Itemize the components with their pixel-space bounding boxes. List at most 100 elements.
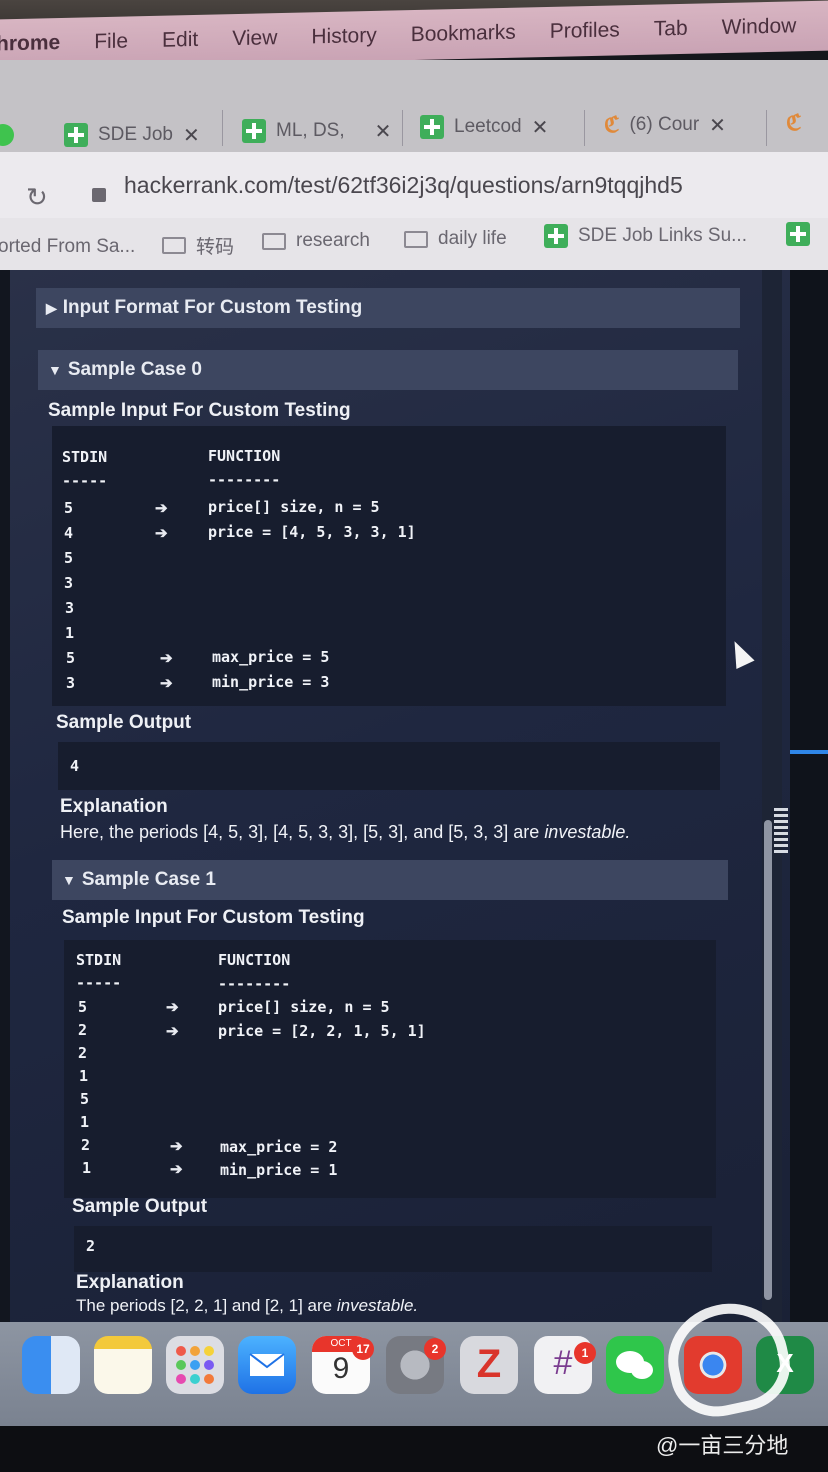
bookmark-more[interactable] xyxy=(786,222,810,246)
bookmark-folder-research[interactable]: research xyxy=(262,230,370,252)
function-line: min_price = 3 xyxy=(212,673,330,691)
tab-coursera[interactable]: ℭ (6) Cour ✕ xyxy=(604,108,726,142)
section-title: Sample Case 0 xyxy=(67,359,202,380)
lock-icon[interactable] xyxy=(92,188,106,202)
green-plus-icon xyxy=(420,115,444,139)
bookmark-folder-daily-life[interactable]: daily life xyxy=(404,228,507,250)
tab-divider xyxy=(766,110,767,146)
arrow-right-icon: ➔ xyxy=(166,999,179,1016)
notes-icon[interactable] xyxy=(94,1336,152,1394)
sample-output-value: 2 xyxy=(86,1237,96,1255)
bookmark-label: daily life xyxy=(438,228,507,249)
bookmark-label: research xyxy=(296,230,370,251)
sample-input-title: Sample Input For Custom Testing xyxy=(48,400,351,421)
calendar-badge: 17 xyxy=(352,1338,374,1360)
stdin-rule: ----- xyxy=(76,974,122,992)
tab-ml-ds[interactable]: ML, DS, ✕ xyxy=(242,114,391,148)
arrow-right-icon: ➔ xyxy=(160,650,173,667)
function-line: price = [4, 5, 3, 3, 1] xyxy=(208,523,416,541)
menu-edit[interactable]: Edit xyxy=(162,28,198,53)
bookmark-imported[interactable]: orted From Sa... xyxy=(0,236,135,258)
arrow-right-icon: ➔ xyxy=(155,500,168,517)
stdin-line: 2 xyxy=(78,1044,88,1062)
menu-app-name[interactable]: hrome xyxy=(0,31,60,56)
stdin-line: 5 xyxy=(78,998,88,1016)
menu-history[interactable]: History xyxy=(311,24,376,49)
close-icon[interactable]: ✕ xyxy=(709,113,726,138)
left-gutter xyxy=(0,270,10,1330)
menu-window[interactable]: Window xyxy=(722,14,797,40)
close-icon[interactable]: ✕ xyxy=(375,119,392,144)
stdin-line: 5 xyxy=(80,1090,90,1108)
menu-tab[interactable]: Tab xyxy=(654,17,688,42)
function-line: price = [2, 2, 1, 5, 1] xyxy=(218,1022,426,1040)
pane-resize-handle[interactable] xyxy=(774,808,788,854)
bookmark-label: orted From Sa... xyxy=(0,236,136,257)
triangle-down-icon: ▼ xyxy=(62,872,76,888)
wechat-icon[interactable] xyxy=(606,1336,664,1394)
function-line: min_price = 1 xyxy=(220,1161,338,1179)
function-line: max_price = 5 xyxy=(212,648,330,666)
explanation-emphasis: investable. xyxy=(544,822,631,842)
mail-icon[interactable] xyxy=(238,1336,296,1394)
coursera-icon: ℭ xyxy=(786,110,802,135)
green-plus-icon xyxy=(64,123,88,147)
tab-coursera-2[interactable]: ℭ xyxy=(786,106,801,140)
scrollbar-thumb[interactable] xyxy=(764,820,772,1300)
watermark-text: @一亩三分地 xyxy=(656,1433,789,1458)
sample-input-title: Sample Input For Custom Testing xyxy=(62,907,365,928)
bookmark-sde-job-links[interactable]: SDE Job Links Su... xyxy=(544,224,747,248)
close-icon[interactable]: ✕ xyxy=(183,123,200,148)
stdin-line: 1 xyxy=(65,624,75,642)
menu-bookmarks[interactable]: Bookmarks xyxy=(411,21,516,47)
sample-case-0-toggle[interactable]: ▼ Sample Case 0 xyxy=(38,350,738,390)
explanation-text: Here, the periods [4, 5, 3], [4, 5, 3, 3… xyxy=(60,822,630,843)
sample-input-code xyxy=(64,940,716,1198)
tab-sde-job[interactable]: SDE Job ✕ xyxy=(64,118,200,152)
menu-profiles[interactable]: Profiles xyxy=(550,18,620,44)
function-line: price[] size, n = 5 xyxy=(218,998,390,1016)
stdin-line: 5 xyxy=(64,549,74,567)
folder-icon xyxy=(162,237,186,254)
stdin-rule: ----- xyxy=(62,472,108,490)
arrow-right-icon: ➔ xyxy=(166,1023,179,1040)
stdin-line: 1 xyxy=(80,1113,90,1131)
function-line: max_price = 2 xyxy=(220,1138,338,1156)
bookmark-folder-zhuanma[interactable]: 转码 xyxy=(162,232,234,259)
reload-icon[interactable]: ↻ xyxy=(26,182,48,213)
tab-divider xyxy=(402,110,403,146)
green-plus-icon xyxy=(786,222,810,246)
sample-output-title: Sample Output xyxy=(72,1196,208,1217)
menu-view[interactable]: View xyxy=(232,26,277,51)
green-plus-icon xyxy=(544,224,568,248)
folder-icon xyxy=(404,230,428,248)
finder-icon[interactable] xyxy=(22,1336,80,1394)
section-title: Sample Case 1 xyxy=(81,869,216,890)
stdin-line: 4 xyxy=(64,524,74,542)
explanation-title: Explanation xyxy=(60,796,168,817)
menu-file[interactable]: File xyxy=(94,29,128,54)
sample-output-value: 4 xyxy=(70,757,80,775)
triangle-right-icon: ▶ xyxy=(46,299,57,316)
input-format-toggle[interactable]: ▶ Input Format For Custom Testing xyxy=(36,288,740,328)
url-field[interactable]: hackerrank.com/test/62tf36i2j3q/question… xyxy=(124,172,683,199)
function-rule: -------- xyxy=(208,471,281,489)
arrow-right-icon: ➔ xyxy=(170,1161,183,1178)
tab-label: ML, DS, xyxy=(276,120,345,141)
sample-output-box xyxy=(58,742,720,790)
close-icon[interactable]: ✕ xyxy=(532,115,549,140)
zotero-icon[interactable]: Z xyxy=(460,1336,518,1394)
stdin-header: STDIN xyxy=(76,951,122,969)
envelope-icon xyxy=(249,1353,285,1376)
sample-case-1-toggle[interactable]: ▼ Sample Case 1 xyxy=(52,860,728,900)
function-header: FUNCTION xyxy=(218,951,291,969)
stdin-line: 1 xyxy=(79,1067,89,1085)
tab-label: SDE Job xyxy=(98,124,173,145)
bookmark-label: SDE Job Links Su... xyxy=(578,225,747,246)
launchpad-icon[interactable] xyxy=(166,1336,224,1394)
bookmark-label: 转码 xyxy=(196,237,235,258)
arrow-right-icon: ➔ xyxy=(170,1138,183,1155)
tab-leetcode[interactable]: Leetcod ✕ xyxy=(420,110,548,144)
function-line: price[] size, n = 5 xyxy=(208,498,380,516)
folder-icon xyxy=(262,232,286,250)
